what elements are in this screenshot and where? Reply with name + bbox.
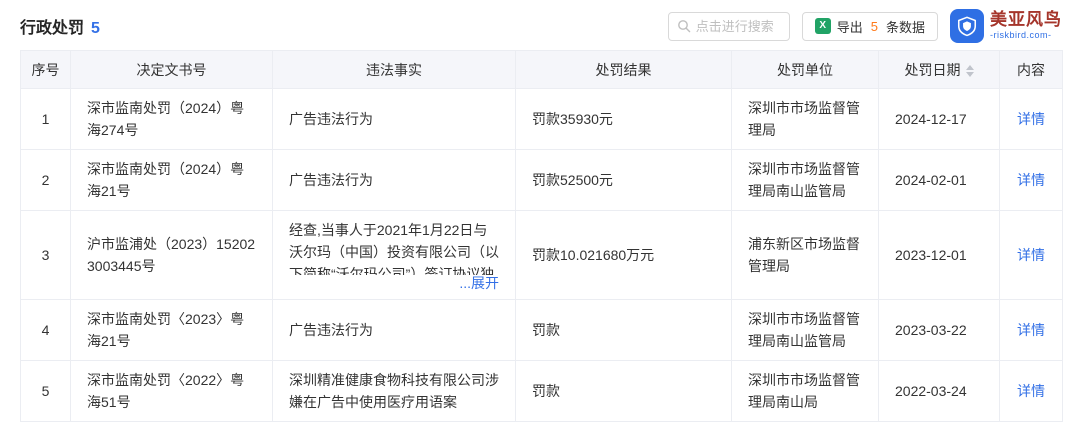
table-row: 2 深市监南处罚（2024）粤海21号 广告违法行为 罚款52500元 深圳市市场监督管… xyxy=(20,149,1063,211)
cell-doc-number: 深市监南处罚（2024）粤海21号 xyxy=(70,149,273,211)
cell-fact: 深圳精准健康食物科技有限公司涉嫌在广告中使用医疗用语案 xyxy=(272,360,516,422)
cell-doc-number: 深市监南处罚〈2022〉粤海51号 xyxy=(70,360,273,422)
cell-index: 5 xyxy=(20,360,71,422)
record-count-badge: 5 xyxy=(91,20,100,37)
table-row: 3 沪市监浦处（2023）152023003445号 经查,当事人于2021年1月2… xyxy=(20,210,1063,300)
export-label-prefix: 导出 xyxy=(836,19,863,35)
cell-detail: 详情 xyxy=(999,360,1063,422)
table-row: 1 深市监南处罚（2024）粤海274号 广告违法行为 罚款35930元 深圳市市场监督… xyxy=(20,88,1063,150)
cell-detail: 详情 xyxy=(999,299,1063,361)
cell-unit: 深圳市市场监督管理局南山监管局 xyxy=(731,299,879,361)
cell-date: 2023-12-01 xyxy=(878,210,1000,300)
col-header-label: 决定文书号 xyxy=(136,61,207,78)
brand-domain: -riskbird.com- xyxy=(990,29,1052,40)
col-header-4: 处罚单位 xyxy=(731,50,879,89)
brand-text: 美亚风鸟 -riskbird.com- xyxy=(990,11,1062,41)
excel-icon: X xyxy=(814,18,831,34)
cell-fact: 广告违法行为 xyxy=(272,299,516,361)
search-box[interactable] xyxy=(667,11,790,41)
cell-result: 罚款 xyxy=(515,299,732,361)
cell-unit: 深圳市市场监督管理局南山局 xyxy=(731,360,879,422)
page-title: 行政处罚 xyxy=(20,20,85,37)
col-header-label: 序号 xyxy=(31,61,60,78)
penalty-table-wrap: 序号 决定文书号 违法事实 处罚结果 处罚单位 处罚日期 内容 1 深市监南处罚（2024）粤… xyxy=(20,50,1063,422)
col-header-label: 内容 xyxy=(1017,61,1045,78)
topbar: 行政处罚 5 X 导出 5 条数据 xyxy=(0,0,1080,50)
sort-icon[interactable] xyxy=(965,64,974,77)
cell-date: 2023-03-22 xyxy=(878,299,1000,361)
cell-doc-number: 深市监南处罚（2024）粤海274号 xyxy=(70,88,273,150)
col-header-label: 违法事实 xyxy=(366,61,422,78)
cell-index: 3 xyxy=(20,210,71,300)
col-header-label: 处罚日期 xyxy=(904,61,961,78)
topbar-actions: X 导出 5 条数据 美亚风鸟 -riskbird.com- xyxy=(667,9,1062,43)
section-title-wrap: 行政处罚 5 xyxy=(20,14,100,38)
admin-penalty-panel: 行政处罚 5 X 导出 5 条数据 xyxy=(0,0,1080,426)
cell-index: 4 xyxy=(20,299,71,361)
cell-unit: 深圳市市场监督管理局南山监管局 xyxy=(731,149,879,211)
cell-result: 罚款 xyxy=(515,360,732,422)
cell-detail: 详情 xyxy=(999,88,1063,150)
col-header-1: 决定文书号 xyxy=(70,50,273,89)
search-icon xyxy=(677,20,691,33)
brand-logo: 美亚风鸟 -riskbird.com- xyxy=(950,9,1062,43)
col-header-0: 序号 xyxy=(20,50,71,89)
export-button[interactable]: X 导出 5 条数据 xyxy=(801,11,938,41)
export-label-suffix: 条数据 xyxy=(885,19,925,35)
search-input[interactable] xyxy=(695,18,781,34)
cell-unit: 深圳市市场监督管理局 xyxy=(731,88,879,150)
col-header-2: 违法事实 xyxy=(272,50,516,89)
table-row: 5 深市监南处罚〈2022〉粤海51号 深圳精准健康食物科技有限公司涉嫌在广告中使用… xyxy=(20,360,1063,422)
col-header-label: 处罚单位 xyxy=(777,61,833,78)
cell-detail: 详情 xyxy=(999,149,1063,211)
detail-link[interactable]: 详情 xyxy=(1017,383,1045,399)
cell-result: 罚款52500元 xyxy=(515,149,732,211)
cell-index: 2 xyxy=(20,149,71,211)
cell-fact: 广告违法行为 xyxy=(272,149,516,211)
cell-fact: 广告违法行为 xyxy=(272,88,516,150)
col-header-6: 内容 xyxy=(999,50,1063,89)
detail-link[interactable]: 详情 xyxy=(1017,322,1045,338)
export-count: 5 xyxy=(870,18,878,34)
penalty-table: 序号 决定文书号 违法事实 处罚结果 处罚单位 处罚日期 内容 1 深市监南处罚（2024）粤… xyxy=(20,50,1063,422)
col-header-3: 处罚结果 xyxy=(515,50,732,89)
cell-date: 2024-02-01 xyxy=(878,149,1000,211)
cell-result: 罚款10.021680万元 xyxy=(515,210,732,300)
header-row: 序号 决定文书号 违法事实 处罚结果 处罚单位 处罚日期 内容 xyxy=(20,50,1063,89)
fact-text: 经查,当事人于2021年1月22日与沃尔玛（中国）投资有限公司（以下简称“沃尔玛… xyxy=(289,222,499,277)
table-body: 1 深市监南处罚（2024）粤海274号 广告违法行为 罚款35930元 深圳市市场监督… xyxy=(20,88,1063,422)
cell-date: 2024-12-17 xyxy=(878,88,1000,150)
brand-name: 美亚风鸟 xyxy=(990,10,1062,30)
cell-doc-number: 沪市监浦处（2023）152023003445号 xyxy=(70,210,273,300)
shield-logo-icon xyxy=(950,9,984,43)
col-header-label: 处罚结果 xyxy=(595,61,652,78)
cell-date: 2022-03-24 xyxy=(878,360,1000,422)
table-row: 4 深市监南处罚〈2023〉粤海21号 广告违法行为 罚款 深圳市市场监督管理局南山监管… xyxy=(20,299,1063,361)
detail-link[interactable]: 详情 xyxy=(1017,247,1045,263)
table-header: 序号 决定文书号 违法事实 处罚结果 处罚单位 处罚日期 内容 xyxy=(20,50,1063,89)
cell-fact: 经查,当事人于2021年1月22日与沃尔玛（中国）投资有限公司（以下简称“沃尔玛… xyxy=(272,210,516,300)
detail-link[interactable]: 详情 xyxy=(1017,172,1045,188)
cell-index: 1 xyxy=(20,88,71,150)
expand-link[interactable]: ...展开 xyxy=(459,275,499,291)
detail-link[interactable]: 详情 xyxy=(1017,111,1045,127)
cell-unit: 浦东新区市场监督管理局 xyxy=(731,210,879,300)
cell-detail: 详情 xyxy=(999,210,1063,300)
col-header-5[interactable]: 处罚日期 xyxy=(878,50,1000,89)
cell-doc-number: 深市监南处罚〈2023〉粤海21号 xyxy=(70,299,273,361)
cell-result: 罚款35930元 xyxy=(515,88,732,150)
